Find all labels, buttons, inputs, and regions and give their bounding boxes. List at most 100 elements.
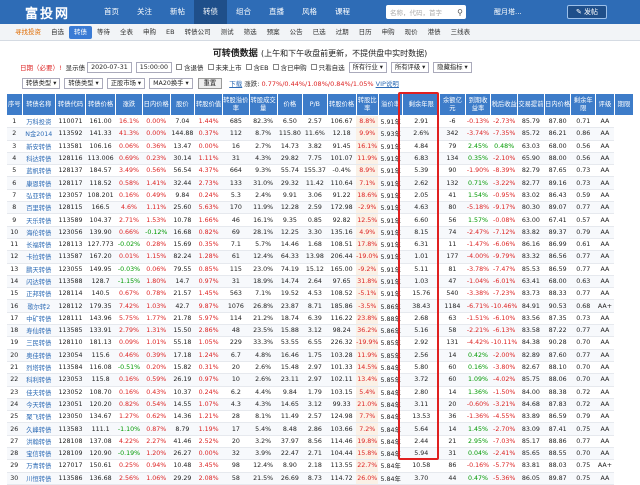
table-cell[interactable]: 科利转债 xyxy=(22,373,56,387)
nav-item[interactable]: 课程 xyxy=(326,0,359,24)
table-cell[interactable]: 宝信转债 xyxy=(22,447,56,461)
nav-item[interactable]: 直播 xyxy=(260,0,293,24)
table-row[interactable]: 1 万科投资 110071 161.00 16.1% 0.00% 7.04 1.44% 685 8… xyxy=(6,115,634,129)
table-cell[interactable]: 万青转债 xyxy=(22,459,56,473)
date-input[interactable]: 2020-07-31 xyxy=(87,61,132,73)
subnav-item[interactable]: 过期 xyxy=(331,26,354,39)
check-delisted[interactable]: 含退债 xyxy=(176,62,204,72)
column-header[interactable]: 溢价率 xyxy=(377,93,404,116)
column-header[interactable]: 余额亿元 xyxy=(439,93,466,116)
subnav-item[interactable]: 全表 xyxy=(115,26,138,39)
table-row[interactable]: 3 新安转债 113581 106.16 0.06% 0.36% 13.47 0.00% 16 2… xyxy=(6,140,634,153)
table-row[interactable]: 10 海伦转债 123056 139.90 0.66% -0.12% 16.68 0.82% 6… xyxy=(6,226,634,239)
column-select[interactable]: 转债类型 ▾ xyxy=(64,77,103,89)
ma-select[interactable]: MA20换手 ▾ xyxy=(149,77,193,89)
table-cell[interactable]: 康恩转债 xyxy=(22,176,56,190)
subnav-item[interactable]: 等待 xyxy=(92,26,115,39)
industry-select[interactable]: 所有行业 ▾ xyxy=(348,61,387,73)
column-header[interactable]: 转债代码 xyxy=(54,93,87,116)
table-cell[interactable]: 烈塔转债 xyxy=(22,361,56,375)
column-header[interactable]: 股价 xyxy=(169,93,196,116)
subnav-item[interactable]: 寻找投资 xyxy=(10,26,46,39)
table-row[interactable]: 11 长福转债 128113 127.773 -0.02% 0.28% 15.69 0.35%… xyxy=(6,238,634,252)
column-header[interactable]: 转股成交量 xyxy=(248,93,278,116)
table-row[interactable]: 25 聚飞转债 123050 134.67 1.27% 0.62% 14.36 1.21% 28… xyxy=(6,410,634,424)
nav-item[interactable]: 关注 xyxy=(128,0,161,24)
download-link[interactable]: 下载 xyxy=(229,80,242,88)
nav-item[interactable]: 风格 xyxy=(293,0,326,24)
column-header[interactable]: 转债价格 xyxy=(85,93,117,116)
table-cell[interactable]: 闪达转债 xyxy=(22,275,56,289)
nav-item[interactable]: 转债 xyxy=(194,0,227,24)
subnav-item[interactable]: 已选 xyxy=(308,26,331,39)
column-header[interactable]: 转债名称 xyxy=(21,93,56,116)
subnav-item[interactable]: 港债 xyxy=(423,26,446,39)
bond-type-select[interactable]: 转债类型 ▾ xyxy=(22,77,61,89)
publish-button[interactable]: ✎ 发帖 xyxy=(567,5,607,19)
column-header[interactable]: 日内价格 xyxy=(543,93,572,116)
column-header[interactable]: 转股溢价率 xyxy=(221,93,250,116)
table-cell[interactable]: 聚飞转债 xyxy=(22,410,56,424)
column-header[interactable]: 日内价格 xyxy=(141,93,171,116)
table-row[interactable]: 5 蓝帆转债 128137 184.57 3.49% 0.56% 56.54 4.37% 664… xyxy=(6,164,634,178)
table-cell[interactable]: 卡拉转债 xyxy=(22,250,56,264)
subnav-item[interactable]: 三线表 xyxy=(446,26,476,39)
table-cell[interactable]: 中矿转债 xyxy=(22,312,56,326)
column-header[interactable]: 序号 xyxy=(6,93,23,116)
user-menu[interactable]: 醒月塔... xyxy=(494,7,522,17)
check-subscribed[interactable]: 含已申购 xyxy=(272,62,307,72)
nav-item[interactable]: 首页 xyxy=(95,0,128,24)
table-cell[interactable]: 寿仙转债 xyxy=(22,324,56,338)
column-header[interactable]: 评级 xyxy=(594,93,615,116)
subnav-item[interactable]: EB xyxy=(161,26,180,39)
column-header[interactable]: P/B xyxy=(302,93,328,116)
table-row[interactable]: 15 正邦转债 128114 140.5 0.67% 0.78% 21.57 1.45% 563… xyxy=(6,287,634,301)
subnav-item[interactable]: 公告 xyxy=(285,26,308,39)
table-row[interactable]: 22 科利转债 123053 115.8 0.16% 0.59% 26.19 0.97% 10 2… xyxy=(6,373,634,387)
table-cell[interactable]: 鹏天转债 xyxy=(22,263,56,276)
table-row[interactable]: 14 闪达转债 113588 128.7 -1.15% 1.80% 14.7 0.97% 31 1… xyxy=(6,275,634,289)
table-cell[interactable]: 蓝帆转债 xyxy=(22,164,56,178)
table-cell[interactable]: 长福转债 xyxy=(22,238,56,252)
subnav-item[interactable]: 自选 xyxy=(46,26,69,39)
site-logo[interactable]: 富投网 xyxy=(0,3,95,22)
rating-select[interactable]: 所有评级 ▾ xyxy=(390,61,430,73)
table-cell[interactable]: 洪翰转债 xyxy=(22,435,56,449)
subnav-item[interactable]: 申购 xyxy=(138,26,161,39)
table-row[interactable]: 19 三民转债 128110 181.13 0.09% 1.01% 55.18 1.05% 22… xyxy=(6,336,634,350)
table-row[interactable]: 17 中矿转债 128111 143.96 5.75% 1.77% 21.78 5.97% 11… xyxy=(6,312,634,326)
table-row[interactable]: 13 鹏天转债 123055 149.95 -0.03% 0.06% 79.55 0.85% 1… xyxy=(6,263,634,276)
column-header[interactable]: 交易提前 xyxy=(517,93,545,116)
table-cell[interactable]: 百里转债 xyxy=(22,201,56,215)
hide-columns-select[interactable]: 隐藏指标 ▾ xyxy=(433,61,472,73)
table-row[interactable]: 26 久峰转债 113583 111.1 -1.10% 0.87% 8.79 1.19% 17 5… xyxy=(6,422,634,436)
table-row[interactable]: 8 百里转债 128115 166.5 4.6% 1.11% 25.60 5.63% 170 11… xyxy=(6,201,634,215)
nav-item[interactable]: 新帖 xyxy=(161,0,194,24)
table-row[interactable]: 9 天乐转债 113589 104.37 2.71% 1.53% 10.78 1.66% 46 1… xyxy=(6,213,634,227)
time-input[interactable]: 15:00:00 xyxy=(135,61,172,73)
column-header[interactable]: 价格 xyxy=(276,93,304,116)
search-icon[interactable]: ⚲ xyxy=(454,5,466,19)
table-row[interactable]: 29 万青转债 127017 150.61 0.25% 0.94% 10.48 3.45% 98… xyxy=(6,459,634,473)
column-header[interactable]: 转股比率 xyxy=(355,93,379,116)
table-cell[interactable]: 天乐转债 xyxy=(22,213,56,227)
table-row[interactable]: 20 奥佳转债 123054 115.6 0.46% 0.39% 17.18 1.24% 6.7… xyxy=(6,349,634,362)
subnav-item[interactable]: 测试 xyxy=(216,26,239,39)
column-header[interactable]: 涨跌 xyxy=(115,93,143,116)
table-cell[interactable]: 海伦转债 xyxy=(22,226,56,239)
table-cell[interactable]: 弘亚转债 xyxy=(22,189,56,203)
check-future-list[interactable]: 未来上市 xyxy=(207,62,242,72)
nav-item[interactable]: 组合 xyxy=(227,0,260,24)
column-header[interactable]: 到期收益率 xyxy=(464,93,492,116)
market-select[interactable]: 正股市场 ▾ xyxy=(106,77,146,89)
column-header[interactable]: 转股价值 xyxy=(194,93,223,116)
column-header[interactable]: 剩余年限 xyxy=(570,93,596,116)
subnav-item[interactable]: 日历 xyxy=(354,26,377,39)
table-row[interactable]: 21 烈塔转债 113584 116.08 -0.51% 0.20% 15.82 0.31% 2… xyxy=(6,361,634,375)
table-row[interactable]: 4 科达转债 128116 113.006 0.69% 0.23% 30.14 1.11% 31… xyxy=(6,152,634,166)
table-cell[interactable]: 佳夫转债 xyxy=(22,386,56,399)
subnav-item[interactable]: 现价 xyxy=(400,26,423,39)
column-header[interactable]: 转股价格 xyxy=(326,93,357,116)
check-eb[interactable]: 含EB xyxy=(245,62,269,72)
table-row[interactable]: 16 歌尔转2 128112 179.35 7.42% 1.03% 42.7 9.87% 107… xyxy=(6,299,634,313)
